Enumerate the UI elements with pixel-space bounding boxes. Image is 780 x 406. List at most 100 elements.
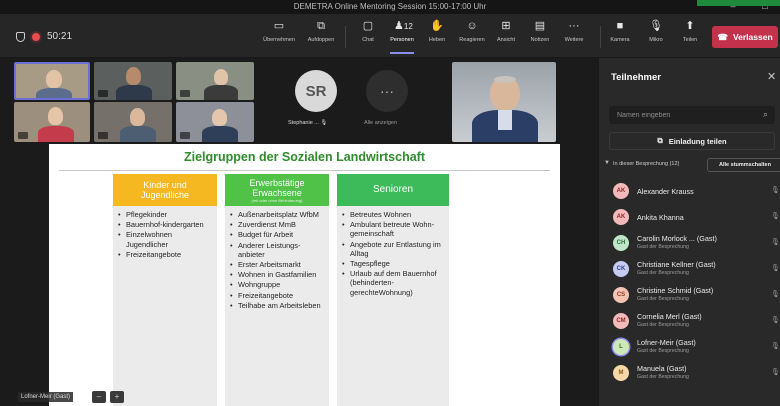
- participant-name: Stephanie ... 🎙: [288, 120, 328, 126]
- recording-icon: [32, 32, 40, 41]
- meeting-timer: 50:21: [47, 31, 73, 42]
- participant-role: Gast der Besprechung: [637, 348, 689, 354]
- participant-row[interactable]: AK Alexander Krauss 🎙: [599, 178, 780, 204]
- participant-video[interactable]: [14, 62, 90, 100]
- slide-title: Zielgruppen der Sozialen Landwirtschaft: [183, 150, 425, 164]
- minimize-icon[interactable]: –: [92, 391, 106, 403]
- share-invite-button[interactable]: ⧉ Einladung teilen: [609, 132, 775, 150]
- participant-search: ⌕: [609, 106, 775, 124]
- mic-off-icon: 🎙: [771, 187, 780, 194]
- show-all-tile[interactable]: ··· Alle anzeigen: [360, 62, 440, 130]
- leave-button[interactable]: ☎ Verlassen: [712, 26, 778, 48]
- participant-list: AK Alexander Krauss 🎙 AK Ankita Khanna 🎙…: [599, 178, 780, 386]
- title-bar: DEMETRA Online Mentoring Session 15:00-1…: [0, 0, 780, 14]
- list-item: Erster Arbeitsmarkt: [229, 260, 325, 269]
- participant-name: Manuela (Gast): [637, 364, 687, 373]
- participant-video[interactable]: [176, 62, 254, 100]
- panel-title: Teilnehmer: [611, 72, 661, 83]
- share-button[interactable]: ⬆ Teilen: [668, 20, 712, 54]
- mic-off-icon: 🎙: [771, 317, 780, 324]
- search-icon: ⌕: [763, 109, 769, 119]
- mic-icon: 🎙: [771, 343, 780, 350]
- raise-hand-icon: ✋: [430, 20, 444, 32]
- participant-name: Lofner-Meir (Gast): [637, 338, 696, 347]
- slide-column-adults: Erwerbstätige Erwachsene (mit oder ohne …: [225, 174, 329, 406]
- list-item: Tagespflege: [341, 259, 445, 268]
- participant-name: Ankita Khanna: [637, 213, 684, 222]
- participant-row[interactable]: CM Cornelia Merl (Gast) Gast der Besprec…: [599, 308, 780, 334]
- avatar: AK: [613, 183, 629, 199]
- pop-out-button[interactable]: ⧉ Aufdoppen: [299, 20, 343, 54]
- participant-video[interactable]: [94, 62, 172, 100]
- list-item: Zuverdienst MmB: [229, 220, 325, 229]
- participant-role: Gast der Besprechung: [637, 322, 689, 328]
- bullet-list: Außenarbeitsplatz WfbM Zuverdienst MmB B…: [229, 210, 325, 310]
- participant-row[interactable]: M Manuela (Gast) Gast der Besprechung 🎙: [599, 360, 780, 386]
- slide-column-children: Kinder und Jugendliche Pflegekinder Baue…: [113, 174, 217, 406]
- expand-icon[interactable]: +: [110, 391, 124, 403]
- participant-avatar-tile[interactable]: SR Stephanie ... 🎙: [280, 62, 360, 130]
- chat-icon: ▢: [362, 20, 374, 32]
- participant-row[interactable]: CK Christiane Kellner (Gast) Gast der Be…: [599, 256, 780, 282]
- more-button[interactable]: ··· Weitere: [552, 20, 596, 54]
- column-header: Senioren: [337, 174, 449, 206]
- list-item: Angebote zur Entlastung im Alltag: [341, 240, 445, 258]
- mute-all-button[interactable]: Alle stummschalten: [707, 158, 780, 172]
- participants-panel: Teilnehmer ✕ ⌕ ⧉ Einladung teilen ▼ In d…: [598, 58, 780, 406]
- list-item: Freizeitangebote: [229, 291, 325, 300]
- section-label: In dieser Besprechung (12): [613, 161, 680, 167]
- close-icon[interactable]: ✕: [767, 70, 776, 83]
- more-icon: ···: [366, 70, 408, 112]
- mic-off-icon: [18, 132, 28, 139]
- avatar: AK: [613, 209, 629, 225]
- avatar: CS: [613, 287, 629, 303]
- slide-divider: [59, 170, 550, 171]
- participant-video[interactable]: [14, 102, 90, 142]
- list-item: Pflegekinder: [117, 210, 213, 219]
- teams-meeting-window: DEMETRA Online Mentoring Session 15:00-1…: [0, 0, 780, 406]
- participant-role: Gast der Besprechung: [637, 296, 689, 302]
- show-all-label: Alle anzeigen: [364, 120, 398, 126]
- people-icon: ♟12: [394, 20, 413, 32]
- share-invite-icon: ⧉: [657, 136, 663, 145]
- participant-role: Gast der Besprechung: [637, 270, 689, 276]
- list-item: Teilhabe am Arbeitsleben: [229, 301, 325, 310]
- mic-off-icon: 🎙: [771, 369, 780, 376]
- reaction-icon: ☺: [466, 20, 478, 32]
- mic-off-icon: 🎙: [771, 265, 780, 272]
- column-header: Erwerbstätige Erwachsene (mit oder ohne …: [225, 174, 329, 206]
- participant-row[interactable]: CH Carolin Morlock ... (Gast) Gast der B…: [599, 230, 780, 256]
- more-icon: ···: [568, 20, 580, 32]
- participant-video[interactable]: [176, 102, 254, 142]
- participant-row[interactable]: L Lofner-Meir (Gast) Gast der Besprechun…: [599, 334, 780, 360]
- mic-off-icon: 🎙: [320, 120, 328, 126]
- mic-off-icon: [98, 132, 108, 139]
- participant-row[interactable]: CS Christine Schmid (Gast) Gast der Besp…: [599, 282, 780, 308]
- people-count: 12: [403, 22, 413, 31]
- participant-role: Gast der Besprechung: [637, 244, 689, 250]
- pop-out-icon: ⧉: [317, 20, 325, 32]
- column-header: Kinder und Jugendliche: [113, 174, 217, 206]
- avatar: CK: [613, 261, 629, 277]
- active-speaker-video[interactable]: [452, 62, 556, 142]
- chevron-down-icon: ▼: [604, 160, 610, 166]
- list-item: Urlaub auf dem Bauernhof (behinderten-ge…: [341, 269, 445, 297]
- participant-row[interactable]: AK Ankita Khanna 🎙: [599, 204, 780, 230]
- view-icon: ⊞: [501, 20, 511, 32]
- meeting-toolbar: 50:21 ▭ Übernehmen ⧉ Aufdoppen ▢ Chat ♟1…: [0, 14, 780, 58]
- meeting-section-header[interactable]: ▼ In dieser Besprechung (12) Alle stumms…: [603, 158, 780, 172]
- participant-name: Carolin Morlock ... (Gast): [637, 234, 717, 243]
- avatar: L: [613, 339, 629, 355]
- notes-icon: ▤: [534, 20, 546, 32]
- participant-video[interactable]: [94, 102, 172, 142]
- column-body: Betreutes Wohnen Ambulant betreute Wohn-…: [337, 206, 449, 406]
- search-input[interactable]: [609, 106, 759, 124]
- mic-off-icon: 🎙: [771, 239, 780, 246]
- share-takeover-button[interactable]: ▭ Übernehmen: [257, 20, 301, 54]
- mic-off-icon: [98, 90, 108, 97]
- avatar: CH: [613, 235, 629, 251]
- shared-presentation-slide: Zielgruppen der Sozialen Landwirtschaft …: [49, 144, 560, 406]
- mic-off-icon: [180, 90, 190, 97]
- window-accent-bar: [697, 0, 780, 6]
- slide-column-seniors: Senioren Betreutes Wohnen Ambulant betre…: [337, 174, 449, 406]
